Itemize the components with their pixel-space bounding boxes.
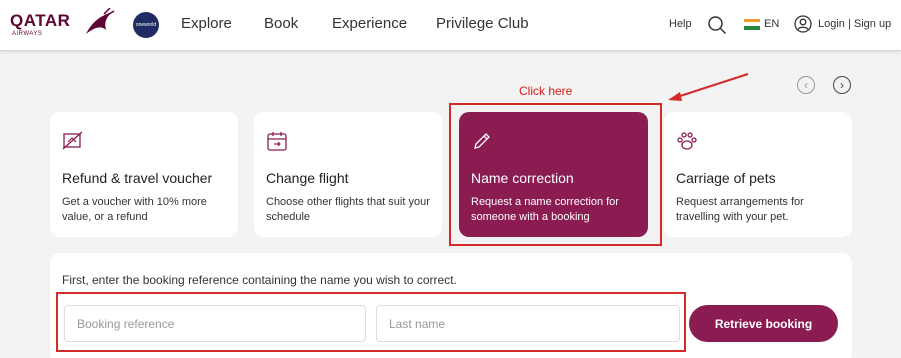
card-refund-voucher[interactable]: Refund & travel voucher Get a voucher wi…	[50, 112, 238, 237]
card-title: Carriage of pets	[676, 170, 776, 186]
login-label: Login | Sign up	[818, 18, 892, 30]
india-flag-icon	[744, 18, 760, 30]
nav-book[interactable]: Book	[264, 15, 298, 32]
nav-privilege-club[interactable]: Privilege Club	[436, 15, 529, 32]
carousel-next-button[interactable]: ›	[833, 76, 851, 94]
card-description: Request arrangements for travelling with…	[676, 196, 804, 223]
logo-subtext: AIRWAYS	[12, 31, 43, 37]
user-icon	[794, 15, 812, 33]
card-name-correction[interactable]: Name correction Request a name correctio…	[459, 112, 648, 237]
retrieve-booking-button[interactable]: Retrieve booking	[689, 305, 838, 342]
calendar-icon	[267, 132, 287, 151]
language-selector[interactable]: EN	[744, 18, 779, 30]
login-signup-link[interactable]: Login | Sign up	[794, 15, 891, 33]
booking-reference-input[interactable]	[64, 305, 366, 342]
nav-experience[interactable]: Experience	[332, 15, 407, 32]
chevron-right-icon: ›	[840, 78, 844, 92]
help-link[interactable]: Help	[669, 18, 692, 30]
card-description: Get a voucher with 10% more value, or a …	[62, 196, 207, 223]
card-change-flight[interactable]: Change flight Choose other flights that …	[254, 112, 442, 237]
pencil-icon	[474, 133, 490, 149]
annotation-arrow-icon	[668, 73, 749, 101]
nav-explore[interactable]: Explore	[181, 15, 232, 32]
last-name-input[interactable]	[376, 305, 680, 342]
card-description: Request a name correction for someone wi…	[471, 196, 619, 223]
paw-icon	[677, 132, 697, 150]
chevron-left-icon: ‹	[804, 78, 808, 92]
top-header: QATAR AIRWAYS oneworld Explore Book Expe…	[0, 0, 901, 51]
oneworld-logo: oneworld	[133, 12, 159, 38]
qatar-airways-logo[interactable]: QATAR AIRWAYS	[10, 8, 118, 42]
click-here-annotation: Click here	[519, 84, 573, 98]
card-title: Refund & travel voucher	[62, 170, 213, 186]
card-description: Choose other flights that suit your sche…	[266, 196, 430, 223]
language-label: EN	[764, 18, 780, 30]
card-title: Name correction	[471, 170, 574, 186]
form-instruction: First, enter the booking reference conta…	[62, 273, 457, 287]
card-title: Change flight	[266, 170, 349, 186]
logo-wordmark: QATAR	[10, 11, 71, 30]
voucher-icon	[62, 131, 83, 150]
card-carriage-of-pets[interactable]: Carriage of pets Request arrangements fo…	[664, 112, 852, 237]
oryx-icon	[86, 8, 115, 34]
carousel-prev-button[interactable]: ‹	[797, 76, 815, 94]
oneworld-label: oneworld	[135, 22, 157, 28]
search-icon[interactable]	[707, 15, 727, 35]
